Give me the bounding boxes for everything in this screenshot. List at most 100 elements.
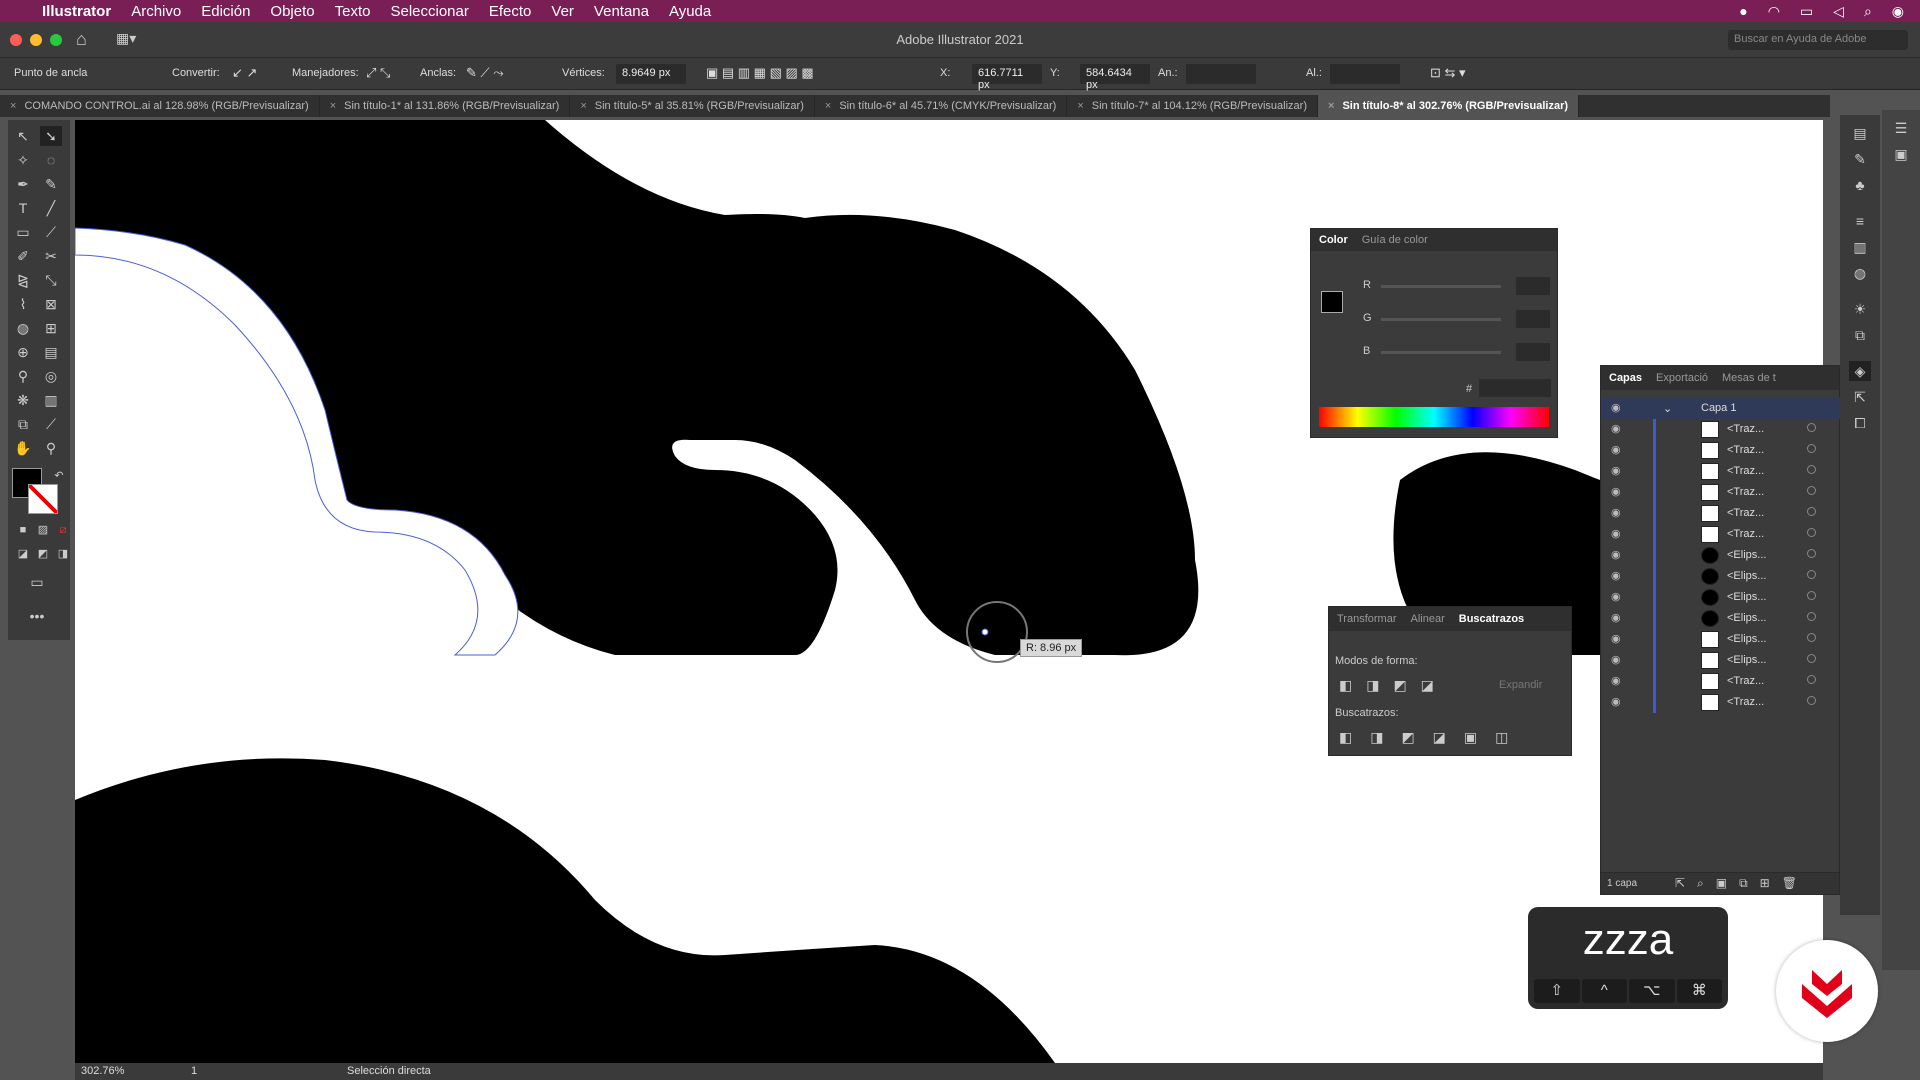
y-input[interactable]: 584.6434 px xyxy=(1080,64,1150,91)
tab-color-guide[interactable]: Guía de color xyxy=(1362,234,1428,246)
learn-icon[interactable]: ▣ xyxy=(1890,144,1912,164)
layers-icon[interactable]: ◈ xyxy=(1849,361,1871,381)
shaper-tool-icon[interactable]: ✐ xyxy=(12,246,34,266)
tab-comando-control[interactable]: × COMANDO CONTROL.ai al 128.98% (RGB/Prev… xyxy=(0,95,320,117)
menu-edicion[interactable]: Edición xyxy=(201,3,250,20)
scale-tool-icon[interactable]: ⤡ xyxy=(40,270,62,290)
layer-item[interactable]: ◉ <Elips... xyxy=(1601,650,1841,671)
eyedropper-icon[interactable]: ⚲ xyxy=(12,366,34,386)
visibility-eye-icon[interactable]: ◉ xyxy=(1611,590,1621,603)
screen-mode-icon[interactable]: ▭ xyxy=(26,572,48,592)
layer-item[interactable]: ◉ <Traz... xyxy=(1601,524,1841,545)
zoom-level[interactable]: 302.76% xyxy=(81,1065,124,1077)
artboards-icon[interactable]: ⧠ xyxy=(1849,413,1871,433)
gradient-icon[interactable]: ▥ xyxy=(1849,237,1871,257)
tab-transform[interactable]: Transformar xyxy=(1337,613,1397,625)
lasso-icon[interactable]: ◌ xyxy=(40,150,62,170)
blend-tool-icon[interactable]: ◎ xyxy=(40,366,62,386)
symbol-sprayer-icon[interactable]: ❋ xyxy=(12,390,34,410)
transform-icons[interactable]: ⊡ ⇆ ▾ xyxy=(1430,65,1466,81)
pathfinder-buttons[interactable]: ◧◨◩◪▣◫ xyxy=(1339,729,1526,746)
visibility-eye-icon[interactable]: ◉ xyxy=(1611,632,1621,645)
handles-icon[interactable]: ⤢ ⤡ xyxy=(366,65,390,81)
draw-mode-icon[interactable]: ◪ xyxy=(12,544,34,564)
target-icon[interactable] xyxy=(1807,633,1816,642)
siri-icon[interactable]: ◉ xyxy=(1892,3,1904,20)
scissors-icon[interactable]: ✂ xyxy=(40,246,62,266)
close-tab-icon[interactable]: × xyxy=(1328,100,1334,112)
more-tools-icon[interactable]: ••• xyxy=(26,606,48,626)
visibility-eye-icon[interactable]: ◉ xyxy=(1611,695,1621,708)
warp-tool-icon[interactable]: ⌇ xyxy=(12,294,34,314)
menu-ver[interactable]: Ver xyxy=(551,3,574,20)
draw-inside-icon[interactable]: ◨ xyxy=(52,544,74,564)
layer-item[interactable]: ◉ <Traz... xyxy=(1601,671,1841,692)
visibility-eye-icon[interactable]: ◉ xyxy=(1611,464,1621,477)
menu-objeto[interactable]: Objeto xyxy=(270,3,314,20)
target-icon[interactable] xyxy=(1807,423,1816,432)
layer-item[interactable]: ◉ <Elips... xyxy=(1601,566,1841,587)
expand-button[interactable]: Expandir xyxy=(1499,679,1542,691)
r-input[interactable] xyxy=(1516,277,1550,295)
layer-item[interactable]: ◉ <Traz... xyxy=(1601,503,1841,524)
layers-footer-icons[interactable]: ⇱⌕▣⧉⊞🗑 xyxy=(1675,876,1809,891)
close-tab-icon[interactable]: × xyxy=(825,100,831,112)
visibility-eye-icon[interactable]: ◉ xyxy=(1611,611,1621,624)
layer-item[interactable]: ◉ <Traz... xyxy=(1601,461,1841,482)
help-search-input[interactable]: Buscar en Ayuda de Adobe xyxy=(1728,30,1908,50)
vertices-input[interactable]: 8.9649 px xyxy=(616,64,686,84)
menu-ventana[interactable]: Ventana xyxy=(594,3,649,20)
color-fill-stroke-swatch[interactable] xyxy=(1321,291,1343,313)
tab-color[interactable]: Color xyxy=(1319,234,1348,246)
visibility-eye-icon[interactable]: ◉ xyxy=(1611,548,1621,561)
layer-item[interactable]: ◉ <Elips... xyxy=(1601,629,1841,650)
height-input[interactable] xyxy=(1330,64,1400,84)
align-icons[interactable]: ▣ ▤ ▥ ▦ ▧ ▨ ▩ xyxy=(706,65,814,81)
artboard-number[interactable]: 1 xyxy=(191,1065,197,1077)
tab-sin-titulo-6[interactable]: × Sin título-6* al 45.71% (CMYK/Previsual… xyxy=(815,95,1068,117)
pen-tool-icon[interactable]: ✒ xyxy=(12,174,34,194)
target-icon[interactable] xyxy=(1807,591,1816,600)
hex-input[interactable] xyxy=(1479,379,1551,397)
b-slider[interactable] xyxy=(1381,351,1501,354)
shape-mode-buttons[interactable]: ◧◨◩◪ xyxy=(1339,677,1448,694)
tab-sin-titulo-1[interactable]: × Sin título-1* al 131.86% (RGB/Previsual… xyxy=(320,95,571,117)
current-tool-status[interactable]: Selección directa xyxy=(347,1065,431,1077)
reflect-tool-icon[interactable]: ⧎ xyxy=(12,270,34,290)
symbols-icon[interactable]: ♣ xyxy=(1849,175,1871,195)
target-icon[interactable] xyxy=(1807,654,1816,663)
target-icon[interactable] xyxy=(1807,486,1816,495)
display-icon[interactable]: ▭ xyxy=(1800,3,1813,20)
rectangle-tool-icon[interactable]: ▭ xyxy=(12,222,34,242)
export-icon[interactable]: ⇱ xyxy=(1849,387,1871,407)
target-icon[interactable] xyxy=(1807,507,1816,516)
tab-sin-titulo-7[interactable]: × Sin título-7* al 104.12% (RGB/Previsual… xyxy=(1067,95,1318,117)
target-icon[interactable] xyxy=(1807,465,1816,474)
stroke-swatch[interactable] xyxy=(28,484,58,514)
search-icon[interactable]: ⌕ xyxy=(1864,3,1872,20)
menu-ayuda[interactable]: Ayuda xyxy=(669,3,711,20)
stroke-icon[interactable]: ≡ xyxy=(1849,211,1871,231)
hand-tool-icon[interactable]: ✋ xyxy=(12,438,34,458)
volume-icon[interactable]: ◁ xyxy=(1833,3,1844,20)
tab-export[interactable]: Exportació xyxy=(1656,372,1708,384)
visibility-eye-icon[interactable]: ◉ xyxy=(1611,506,1621,519)
visibility-eye-icon[interactable]: ◉ xyxy=(1611,443,1621,456)
visibility-eye-icon[interactable]: ◉ xyxy=(1611,674,1621,687)
visibility-eye-icon[interactable]: ◉ xyxy=(1611,653,1621,666)
brush-tool-icon[interactable]: ⟋ xyxy=(40,222,62,242)
none-mode-icon[interactable]: ⧄ xyxy=(52,520,74,540)
convert-corner-icon[interactable]: ↙ ↗ xyxy=(232,65,257,81)
tab-sin-titulo-5[interactable]: × Sin título-5* al 35.81% (RGB/Previsuali… xyxy=(570,95,815,117)
close-tab-icon[interactable]: × xyxy=(330,100,336,112)
perspective-grid-icon[interactable]: ⊞ xyxy=(40,318,62,338)
target-icon[interactable] xyxy=(1807,570,1816,579)
visibility-eye-icon[interactable]: ◉ xyxy=(1611,485,1621,498)
graph-tool-icon[interactable]: ▥ xyxy=(40,390,62,410)
swap-colors-icon[interactable]: ↶ xyxy=(48,466,70,486)
visibility-eye-icon[interactable]: ◉ xyxy=(1611,422,1621,435)
layer-item[interactable]: ◉ <Elips... xyxy=(1601,587,1841,608)
brushes-icon[interactable]: ✎ xyxy=(1849,149,1871,169)
type-tool-icon[interactable]: T xyxy=(12,198,34,218)
layer-item[interactable]: ◉ <Traz... xyxy=(1601,440,1841,461)
